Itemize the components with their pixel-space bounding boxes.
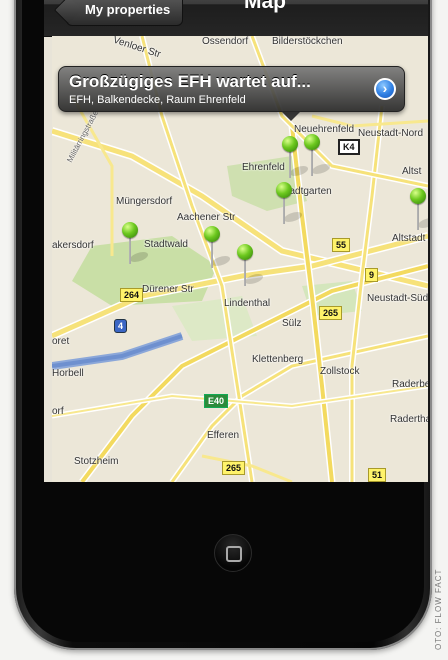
home-button[interactable] (214, 534, 252, 572)
map-label-neuehrenfeld: Neuehrenfeld (294, 124, 355, 135)
map-label-oret: oret (52, 336, 70, 347)
home-square-icon (226, 546, 242, 562)
map-label-ehrenfeld: Ehrenfeld (242, 162, 285, 173)
phone-device: My properties Map Ossendorf Bilderstöckc… (14, 0, 432, 650)
map-view[interactable]: Ossendorf Bilderstöckchen Venloer Str Ne… (52, 36, 428, 482)
callout-subtitle: EFH, Balkendecke, Raum Ehrenfeld (69, 94, 246, 106)
map-label-suelz: Sülz (282, 318, 302, 329)
property-pin[interactable] (282, 136, 312, 178)
map-label-neustadt-nord: Neustadt-Nord (358, 128, 424, 139)
property-pin[interactable] (237, 244, 267, 286)
property-pin[interactable] (204, 226, 234, 268)
map-label-horbell: Horbell (52, 368, 84, 379)
road-shield-9: 9 (365, 268, 379, 282)
property-pin[interactable] (122, 222, 152, 264)
chevron-right-icon[interactable]: › (374, 78, 396, 100)
map-label-aachener: Aachener Str (177, 212, 236, 223)
map-label-klettenberg: Klettenberg (252, 354, 304, 365)
road-shield-55: 55 (332, 238, 351, 252)
callout-title: Großzügiges EFH wartet auf... (69, 72, 311, 91)
map-label-neustadt-sued: Neustadt-Süd (367, 293, 428, 304)
map-label-dorf: orf (52, 406, 64, 417)
map-label-zollstock: Zollstock (320, 366, 360, 377)
photo-credit: OTO: FLOW FACT (434, 568, 443, 650)
property-callout[interactable]: Großzügiges EFH wartet auf... EFH, Balke… (58, 66, 405, 121)
map-label-stadtwald: Stadtwald (144, 239, 188, 250)
back-button-label: My properties (85, 2, 171, 17)
map-label-dueren: Dürener Str (142, 284, 194, 295)
road-shield-e40: E40 (204, 394, 229, 408)
road-shield-264: 264 (120, 288, 144, 302)
road-shield-51: 51 (368, 468, 387, 482)
map-label-bilderstoeckchen: Bilderstöckchen (272, 36, 343, 47)
screen: My properties Map Ossendorf Bilderstöckc… (44, 0, 428, 482)
map-label-bakersdorf: akersdorf (52, 240, 94, 251)
road-shield-k4: K4 (338, 139, 360, 155)
navigation-bar: My properties Map (44, 0, 428, 37)
road-shield-a4: 4 (114, 319, 128, 333)
map-label-altstadt-north: Altst (402, 166, 422, 177)
road-shield-265-south: 265 (222, 461, 246, 475)
page-title: Map (244, 0, 286, 13)
map-label-stotzheim: Stotzheim (74, 456, 119, 467)
property-pin[interactable] (410, 188, 428, 230)
property-pin[interactable] (304, 134, 334, 176)
map-label-ossendorf: Ossendorf (202, 36, 249, 47)
back-button[interactable]: My properties (66, 0, 184, 26)
map-label-altstadt: Altstadt (392, 233, 426, 244)
map-label-muengersdorf: Müngersdorf (116, 196, 173, 207)
map-label-lindenthal: Lindenthal (224, 298, 271, 309)
map-label-raderberg: Raderbe (392, 379, 428, 390)
map-label-efferen: Efferen (207, 430, 240, 441)
road-shield-265-north: 265 (319, 306, 343, 320)
property-pin[interactable] (276, 182, 306, 224)
map-label-raderthal: Raderthal (390, 414, 428, 425)
